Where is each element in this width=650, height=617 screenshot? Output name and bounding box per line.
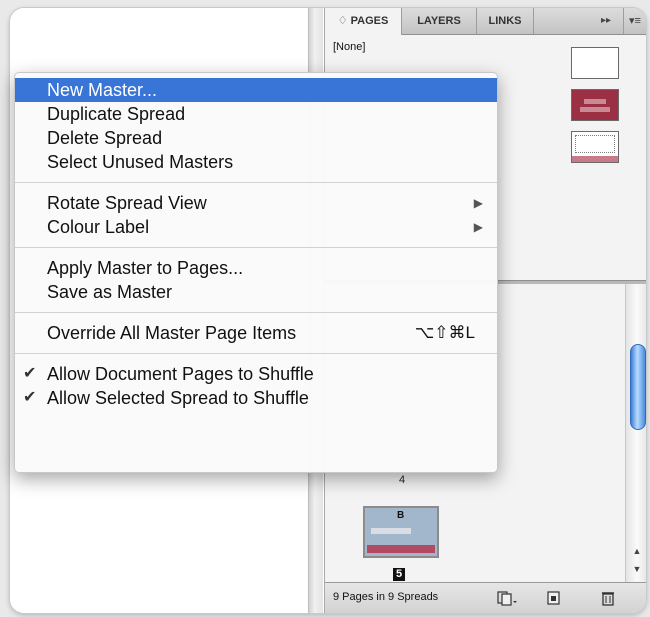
menu-item-save-as-master[interactable]: Save as Master: [15, 280, 497, 304]
menu-item-colour-label[interactable]: Colour Label ▶: [15, 215, 497, 239]
menu-item-label: New Master...: [47, 80, 158, 100]
trash-icon[interactable]: [601, 590, 615, 609]
panel-expand-icon[interactable]: ▸▸: [601, 8, 611, 34]
new-page-icon[interactable]: [547, 590, 561, 609]
submenu-arrow-icon: ▶: [473, 196, 483, 210]
menu-item-label: Delete Spread: [47, 128, 163, 148]
menu-item-label: Colour Label: [47, 217, 150, 237]
tab-layers[interactable]: LAYERS: [402, 8, 477, 34]
pages-panel-menu: New Master... Duplicate Spread Delete Sp…: [14, 72, 498, 473]
master-letter: B: [397, 510, 405, 521]
tab-pages[interactable]: ♢ PAGES: [325, 8, 402, 35]
menu-item-label: Apply Master to Pages...: [47, 258, 244, 278]
menu-separator: [15, 182, 497, 183]
master-a-thumbnail[interactable]: [571, 89, 619, 121]
menu-item-label: Duplicate Spread: [47, 104, 186, 124]
thumbnail-content: [371, 528, 411, 534]
menu-item-new-master[interactable]: New Master...: [15, 78, 497, 102]
page-number-5: 5: [393, 568, 405, 581]
menu-item-apply-master-to-pages[interactable]: Apply Master to Pages...: [15, 256, 497, 280]
menu-item-label: Rotate Spread View: [47, 193, 207, 213]
page-number-4: 4: [399, 474, 406, 486]
panel-footer: 9 Pages in 9 Spreads: [325, 582, 646, 613]
menu-item-label: Select Unused Masters: [47, 152, 234, 172]
menu-item-label: Allow Selected Spread to Shuffle: [47, 388, 309, 408]
menu-separator: [15, 353, 497, 354]
scroll-up-arrow-icon[interactable]: ▲: [626, 544, 646, 558]
page-count-status: 9 Pages in 9 Spreads: [333, 591, 439, 603]
submenu-arrow-icon: ▶: [473, 220, 483, 234]
scroll-down-arrow-icon[interactable]: ▼: [626, 562, 646, 576]
menu-item-label: Save as Master: [47, 282, 173, 302]
menu-item-select-unused-masters[interactable]: Select Unused Masters: [15, 150, 497, 174]
keyboard-shortcut: ⌥⇧⌘L: [414, 323, 475, 342]
master-none-thumbnail[interactable]: [571, 47, 619, 79]
scrollbar-thumb[interactable]: [630, 344, 646, 430]
menu-item-label: Allow Document Pages to Shuffle: [47, 364, 314, 384]
tab-links[interactable]: LINKS: [477, 8, 534, 34]
checkmark-icon: ✔: [23, 389, 37, 406]
checkmark-icon: ✔: [23, 365, 37, 382]
menu-item-rotate-spread-view[interactable]: Rotate Spread View ▶: [15, 191, 497, 215]
menu-separator: [15, 312, 497, 313]
page-5-thumbnail[interactable]: B: [363, 506, 439, 558]
menu-item-override-all-master-page-items[interactable]: Override All Master Page Items ⌥⇧⌘L: [15, 321, 497, 345]
menu-item-allow-document-pages-to-shuffle[interactable]: ✔ Allow Document Pages to Shuffle: [15, 362, 497, 386]
page-options-icon[interactable]: [497, 590, 517, 609]
master-none-label[interactable]: [None]: [333, 41, 365, 53]
panel-tab-bar: ♢ PAGES LAYERS LINKS ▸▸ ▾≡: [325, 8, 646, 35]
menu-item-label: Override All Master Page Items: [47, 323, 297, 343]
thumbnail-footer-strip: [367, 545, 435, 553]
pages-scrollbar[interactable]: ▲ ▼: [625, 284, 646, 582]
panel-menu-icon[interactable]: ▾≡: [623, 8, 641, 34]
menu-item-allow-selected-spread-to-shuffle[interactable]: ✔ Allow Selected Spread to Shuffle: [15, 386, 497, 410]
menu-item-delete-spread[interactable]: Delete Spread: [15, 126, 497, 150]
master-b-thumbnail[interactable]: [571, 131, 619, 163]
menu-separator: [15, 247, 497, 248]
menu-item-duplicate-spread[interactable]: Duplicate Spread: [15, 102, 497, 126]
